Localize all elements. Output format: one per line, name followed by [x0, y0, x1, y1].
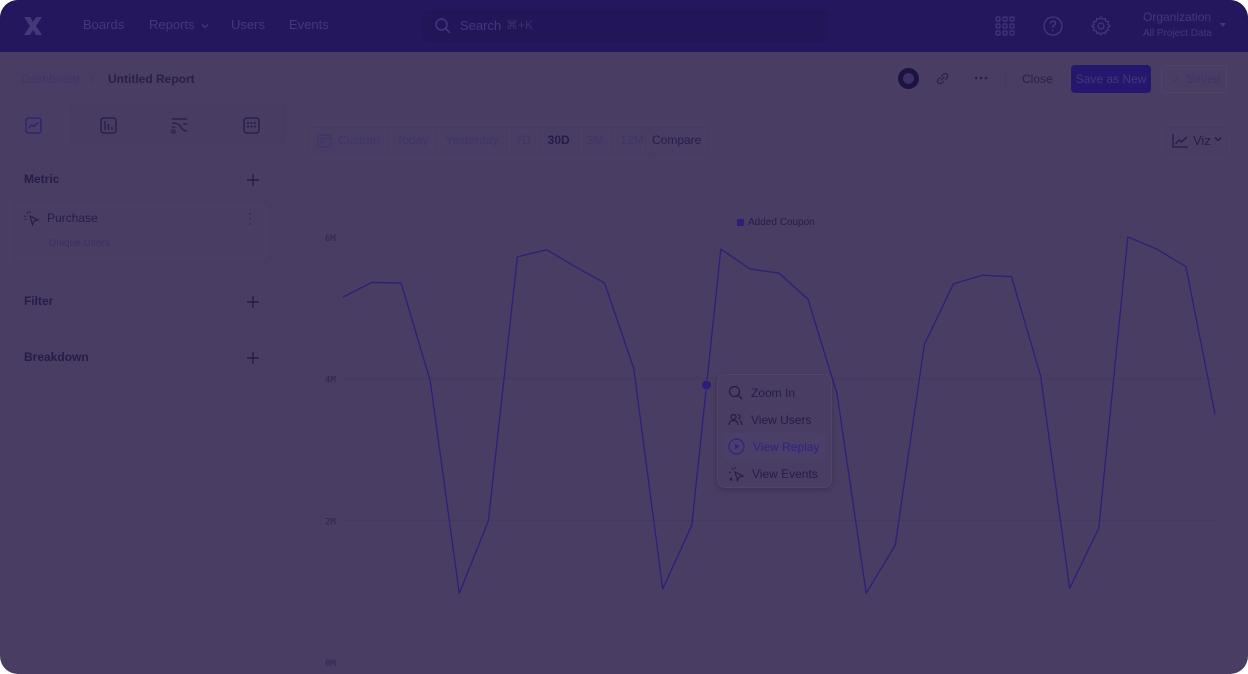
- tab-insights[interactable]: [0, 105, 72, 145]
- nav-boards[interactable]: Boards: [83, 17, 124, 32]
- chart-legend[interactable]: Added Coupon: [737, 217, 815, 228]
- metric-aggregation[interactable]: Unique Users: [49, 238, 110, 249]
- calendar-icon: [317, 134, 332, 148]
- more-horizontal-icon[interactable]: [974, 76, 988, 80]
- range-custom[interactable]: Custom: [309, 128, 389, 153]
- org-project: All Project Data: [1143, 28, 1212, 39]
- search-placeholder: Search: [460, 18, 502, 33]
- range-custom-label: Custom: [338, 133, 380, 147]
- sparkle-cursor-icon: [728, 466, 744, 482]
- viz-dropdown[interactable]: Viz: [1166, 127, 1227, 154]
- org-name: Organization: [1143, 10, 1212, 24]
- legend-swatch: [737, 219, 744, 226]
- flows-icon: [171, 118, 188, 134]
- org-switcher[interactable]: Organization All Project Data: [1143, 10, 1212, 39]
- menu-item-view-users[interactable]: View Users: [718, 406, 831, 433]
- chevron-down-icon: [201, 24, 209, 29]
- search-icon: [435, 18, 451, 34]
- add-breakdown-plus-icon[interactable]: [246, 351, 260, 365]
- check-icon: ✓: [1172, 75, 1181, 86]
- link-icon[interactable]: [935, 71, 950, 86]
- add-filter-plus-icon[interactable]: [246, 295, 260, 309]
- nav-reports-label: Reports: [149, 17, 195, 32]
- nav-reports[interactable]: Reports: [149, 17, 209, 32]
- breadcrumb-separator: /: [90, 72, 94, 86]
- hovered-data-point[interactable]: [701, 379, 713, 391]
- date-range-selector: Custom Today Yesterday 7D 30D 3M 12M: [308, 127, 653, 154]
- report-type-tabs: [0, 105, 286, 145]
- nav-events[interactable]: Events: [289, 17, 329, 32]
- range-7d[interactable]: 7D: [507, 128, 540, 153]
- top-nav: Boards Reports Users Events Search ⌘+K O…: [0, 0, 1248, 52]
- chart-point-menu: Zoom In View Users View Replay View Even…: [717, 374, 832, 488]
- legend-label: Added Coupon: [748, 217, 815, 228]
- settings-gear-icon[interactable]: [1091, 16, 1111, 36]
- tab-grid[interactable]: [216, 105, 288, 145]
- metric-section-label: Metric: [24, 172, 60, 186]
- users-icon: [728, 413, 743, 426]
- close-button[interactable]: Close: [1015, 66, 1060, 92]
- range-30d[interactable]: 30D: [540, 128, 579, 153]
- y-tick-label: 6M: [325, 234, 336, 244]
- compare-button[interactable]: Compare: [645, 127, 709, 154]
- menu-item-view-replay[interactable]: View Replay: [724, 433, 825, 460]
- breakdown-section-label: Breakdown: [24, 350, 89, 364]
- y-tick-label: 0M: [325, 659, 336, 669]
- range-yesterday[interactable]: Yesterday: [437, 128, 508, 153]
- breadcrumb-dashboard[interactable]: Dashboard: [21, 72, 80, 86]
- menu-item-label: View Replay: [753, 439, 820, 454]
- avatar-image: [903, 73, 914, 84]
- avatar[interactable]: [898, 68, 919, 89]
- range-today[interactable]: Today: [388, 128, 438, 153]
- menu-item-label: Zoom In: [751, 385, 796, 400]
- search-input[interactable]: Search ⌘+K: [422, 10, 828, 42]
- report-title[interactable]: Untitled Report: [108, 72, 195, 86]
- filter-section-label: Filter: [24, 294, 54, 308]
- menu-item-zoom-in[interactable]: Zoom In: [718, 379, 831, 406]
- help-icon[interactable]: [1043, 16, 1063, 36]
- line-chart-icon: [1172, 134, 1188, 148]
- viz-label: Viz: [1193, 133, 1211, 148]
- range-3m[interactable]: 3M: [579, 128, 613, 153]
- chevron-down-icon: [1214, 137, 1222, 142]
- caret-down-icon[interactable]: [1220, 23, 1226, 27]
- play-circle-icon: [728, 438, 745, 455]
- saved-label: Saved: [1186, 72, 1221, 86]
- y-tick-label: 4M: [325, 376, 336, 386]
- add-metric-plus-icon[interactable]: [246, 173, 260, 187]
- metric-card[interactable]: Purchase Unique Users: [14, 201, 271, 263]
- menu-item-label: View Events: [752, 466, 818, 481]
- grid-dots-icon: [243, 117, 260, 134]
- more-vertical-icon[interactable]: [248, 212, 252, 226]
- y-tick-label: 2M: [325, 517, 336, 527]
- save-as-new-button[interactable]: Save as New: [1071, 65, 1151, 93]
- bar-chart-icon: [100, 117, 117, 134]
- magnifier-icon: [728, 385, 743, 400]
- tab-flows[interactable]: [144, 105, 216, 145]
- search-shortcut: ⌘+K: [506, 18, 534, 32]
- apps-grid-icon[interactable]: [995, 16, 1015, 36]
- app-frame: Boards Reports Users Events Search ⌘+K O…: [0, 0, 1248, 674]
- sparkle-cursor-icon: [23, 211, 40, 227]
- menu-item-view-events[interactable]: View Events: [718, 460, 831, 487]
- menu-item-label: View Users: [751, 412, 812, 427]
- nav-users[interactable]: Users: [231, 17, 265, 32]
- line-chart: 0M 2M 4M 6M: [325, 234, 1218, 669]
- saved-button[interactable]: ✓ Saved: [1161, 65, 1227, 93]
- header-divider: [1005, 68, 1006, 90]
- x-logo-icon[interactable]: [22, 15, 44, 37]
- line-chart-icon: [25, 117, 42, 134]
- tab-bar-chart[interactable]: [72, 105, 144, 145]
- metric-name: Purchase: [47, 211, 98, 225]
